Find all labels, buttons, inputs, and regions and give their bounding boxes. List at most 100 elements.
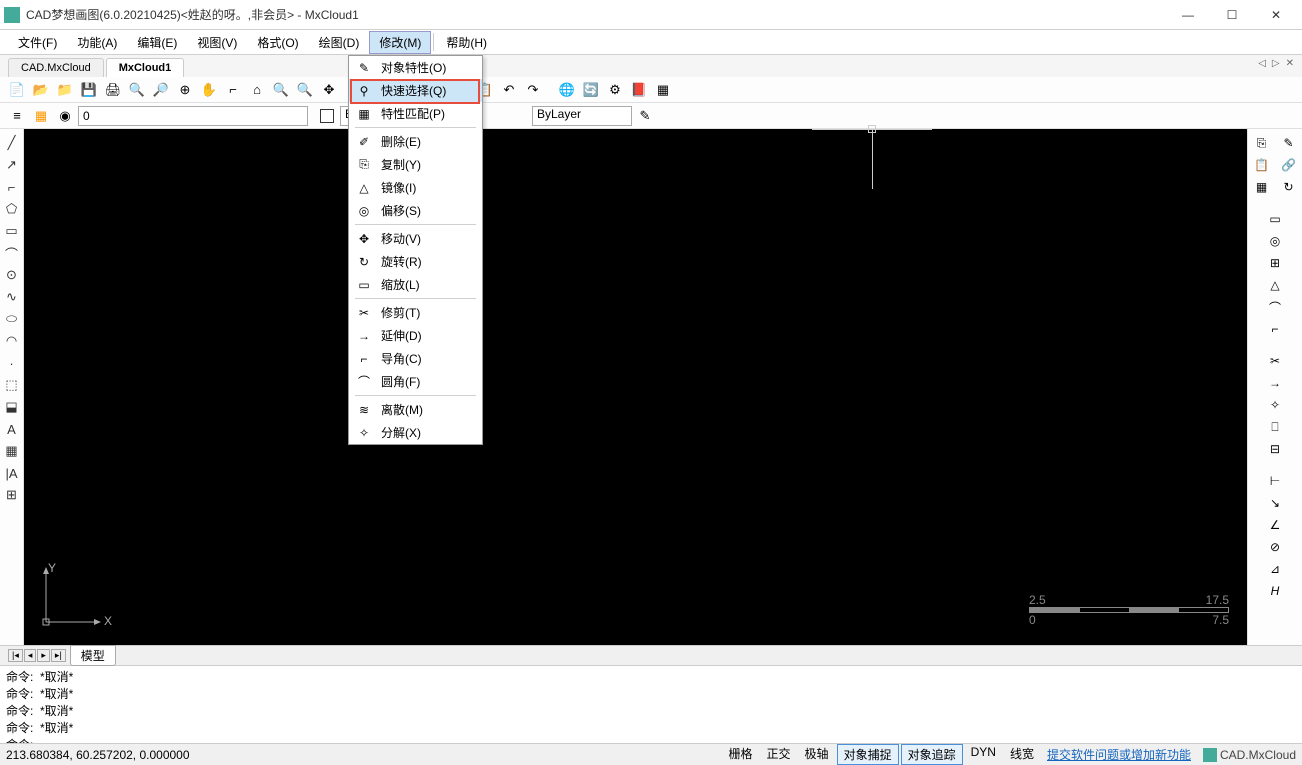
mtext-tool[interactable]: |A [2, 463, 22, 483]
doc-tab-1[interactable]: MxCloud1 [106, 58, 185, 77]
close-button[interactable]: ✕ [1254, 1, 1298, 29]
menu-item[interactable]: ↻旋转(R) [349, 250, 482, 273]
r-offset-icon[interactable]: ◎ [1264, 231, 1286, 251]
insert-tool[interactable]: ⬓ [2, 397, 22, 417]
zoom-prev-button[interactable]: 🔍 [294, 79, 316, 101]
status-toggle[interactable]: 极轴 [799, 744, 835, 765]
print-button[interactable]: 🖨 [102, 79, 124, 101]
open-button[interactable]: 📂 [30, 79, 52, 101]
doc-tab-0[interactable]: CAD.MxCloud [8, 58, 104, 77]
r-clip-icon[interactable]: ⎕ [1264, 417, 1286, 437]
tool-export-button[interactable]: ▦ [652, 79, 674, 101]
linetype-combo-2[interactable]: ByLayer [532, 106, 632, 126]
status-toggle[interactable]: 线宽 [1004, 744, 1040, 765]
menu-item[interactable]: ✥移动(V) [349, 227, 482, 250]
r-edit-icon[interactable]: ✎ [1278, 133, 1300, 153]
r-rotate-icon[interactable]: ↻ [1278, 177, 1300, 197]
menu-item[interactable]: ✂修剪(T) [349, 301, 482, 324]
line-tool[interactable]: ╱ [2, 133, 22, 153]
zoom-window-button[interactable]: ⌐ [222, 79, 244, 101]
move-tool-button[interactable]: ✥ [318, 79, 340, 101]
r-copy-icon[interactable]: ⎘ [1251, 133, 1273, 153]
layout-last-icon[interactable]: ▸| [51, 649, 66, 662]
r-mirror-icon[interactable]: △ [1264, 275, 1286, 295]
r-explode-icon[interactable]: ✧ [1264, 395, 1286, 415]
arc-tool[interactable]: ⌒ [2, 243, 22, 263]
status-toggle[interactable]: 栅格 [723, 744, 759, 765]
menu-item[interactable]: ⚲快速选择(Q) [349, 79, 482, 102]
menu-modify[interactable]: 修改(M) [369, 31, 431, 54]
r-link-icon[interactable]: 🔗 [1278, 155, 1300, 175]
color-swatch[interactable] [320, 109, 334, 123]
tool-settings-button[interactable]: ⚙ [604, 79, 626, 101]
tool-globe-button[interactable]: 🌐 [556, 79, 578, 101]
r-dim-angle-icon[interactable]: ∠ [1264, 515, 1286, 535]
r-dim-diam-icon[interactable]: ⊿ [1264, 559, 1286, 579]
zoom-home-button[interactable]: ⌂ [246, 79, 268, 101]
tool-refresh-button[interactable]: 🔄 [580, 79, 602, 101]
r-chamfer-icon[interactable]: ⌐ [1264, 319, 1286, 339]
hatch-tool[interactable]: ▦ [2, 441, 22, 461]
menu-item[interactable]: ▦特性匹配(P) [349, 102, 482, 125]
menu-item[interactable]: ≋离散(M) [349, 398, 482, 421]
menu-item[interactable]: ⌒圆角(F) [349, 370, 482, 393]
tab-next-icon[interactable]: ▷ [1270, 58, 1282, 69]
status-toggle[interactable]: 正交 [761, 744, 797, 765]
r-dim-radius-icon[interactable]: ⊘ [1264, 537, 1286, 557]
drawing-canvas[interactable]: Y X 2.517.5 07.5 [24, 129, 1247, 645]
spline-tool[interactable]: ∿ [2, 287, 22, 307]
layer-state-button[interactable]: ▦ [30, 105, 52, 127]
menu-item[interactable]: ▭缩放(L) [349, 273, 482, 296]
feedback-link[interactable]: 提交软件问题或增加新功能 [1047, 746, 1191, 763]
polyline-tool[interactable]: ⌐ [2, 177, 22, 197]
point-tool[interactable]: · [2, 353, 22, 373]
zoom-realtime-button[interactable]: 🔍 [270, 79, 292, 101]
r-break-icon[interactable]: ⊟ [1264, 439, 1286, 459]
r-rect-icon[interactable]: ▭ [1264, 209, 1286, 229]
r-paste-icon[interactable]: 📋 [1251, 155, 1273, 175]
status-toggle[interactable]: 对象捕捉 [837, 744, 899, 765]
r-fillet-icon[interactable]: ⌒ [1264, 297, 1286, 317]
command-window[interactable]: 命令: *取消* 命令: *取消* 命令: *取消* 命令: *取消* 命令: [0, 665, 1302, 743]
menu-item[interactable]: ◎偏移(S) [349, 199, 482, 222]
zoom-out-button[interactable]: 🔎 [150, 79, 172, 101]
maximize-button[interactable]: ☐ [1210, 1, 1254, 29]
menu-help[interactable]: 帮助(H) [436, 31, 497, 54]
layout-first-icon[interactable]: |◂ [8, 649, 23, 662]
menu-item[interactable]: →延伸(D) [349, 324, 482, 347]
tool-pdf-button[interactable]: 📕 [628, 79, 650, 101]
redo-button[interactable]: ↷ [522, 79, 544, 101]
menu-draw[interactable]: 绘图(D) [309, 31, 370, 54]
layout-next-icon[interactable]: ▸ [37, 649, 50, 662]
zoom-extents-button[interactable]: ⊕ [174, 79, 196, 101]
status-toggle[interactable]: 对象追踪 [901, 744, 963, 765]
r-trim-icon[interactable]: ✂ [1264, 351, 1286, 371]
text-tool[interactable]: A [2, 419, 22, 439]
ellipse-arc-tool[interactable]: ◠ [2, 331, 22, 351]
r-dim-linear-icon[interactable]: ⊢ [1264, 471, 1286, 491]
menu-item[interactable]: △镜像(I) [349, 176, 482, 199]
zoom-in-button[interactable]: 🔍 [126, 79, 148, 101]
save-button[interactable]: 💾 [78, 79, 100, 101]
menu-item[interactable]: ✧分解(X) [349, 421, 482, 444]
tab-prev-icon[interactable]: ◁ [1256, 58, 1268, 69]
r-dim-align-icon[interactable]: ↘ [1264, 493, 1286, 513]
r-array-icon[interactable]: ⊞ [1264, 253, 1286, 273]
minimize-button[interactable]: — [1166, 1, 1210, 29]
undo-button[interactable]: ↶ [498, 79, 520, 101]
status-toggle[interactable]: DYN [965, 744, 1002, 765]
block-tool[interactable]: ⬚ [2, 375, 22, 395]
layer-manager-button[interactable]: ≡ [6, 105, 28, 127]
menu-item[interactable]: ✐删除(E) [349, 130, 482, 153]
layer-combo[interactable]: 0 [78, 106, 308, 126]
menu-function[interactable]: 功能(A) [67, 31, 127, 54]
layer-props-button[interactable]: ◉ [54, 105, 76, 127]
tab-close-icon[interactable]: ✕ [1284, 58, 1296, 69]
menu-edit[interactable]: 编辑(E) [127, 31, 187, 54]
menu-item[interactable]: ✎对象特性(O) [349, 56, 482, 79]
open2-button[interactable]: 📁 [54, 79, 76, 101]
menu-file[interactable]: 文件(F) [8, 31, 67, 54]
ellipse-tool[interactable]: ⬭ [2, 309, 22, 329]
model-tab[interactable]: 模型 [70, 645, 116, 666]
layout-prev-icon[interactable]: ◂ [24, 649, 37, 662]
